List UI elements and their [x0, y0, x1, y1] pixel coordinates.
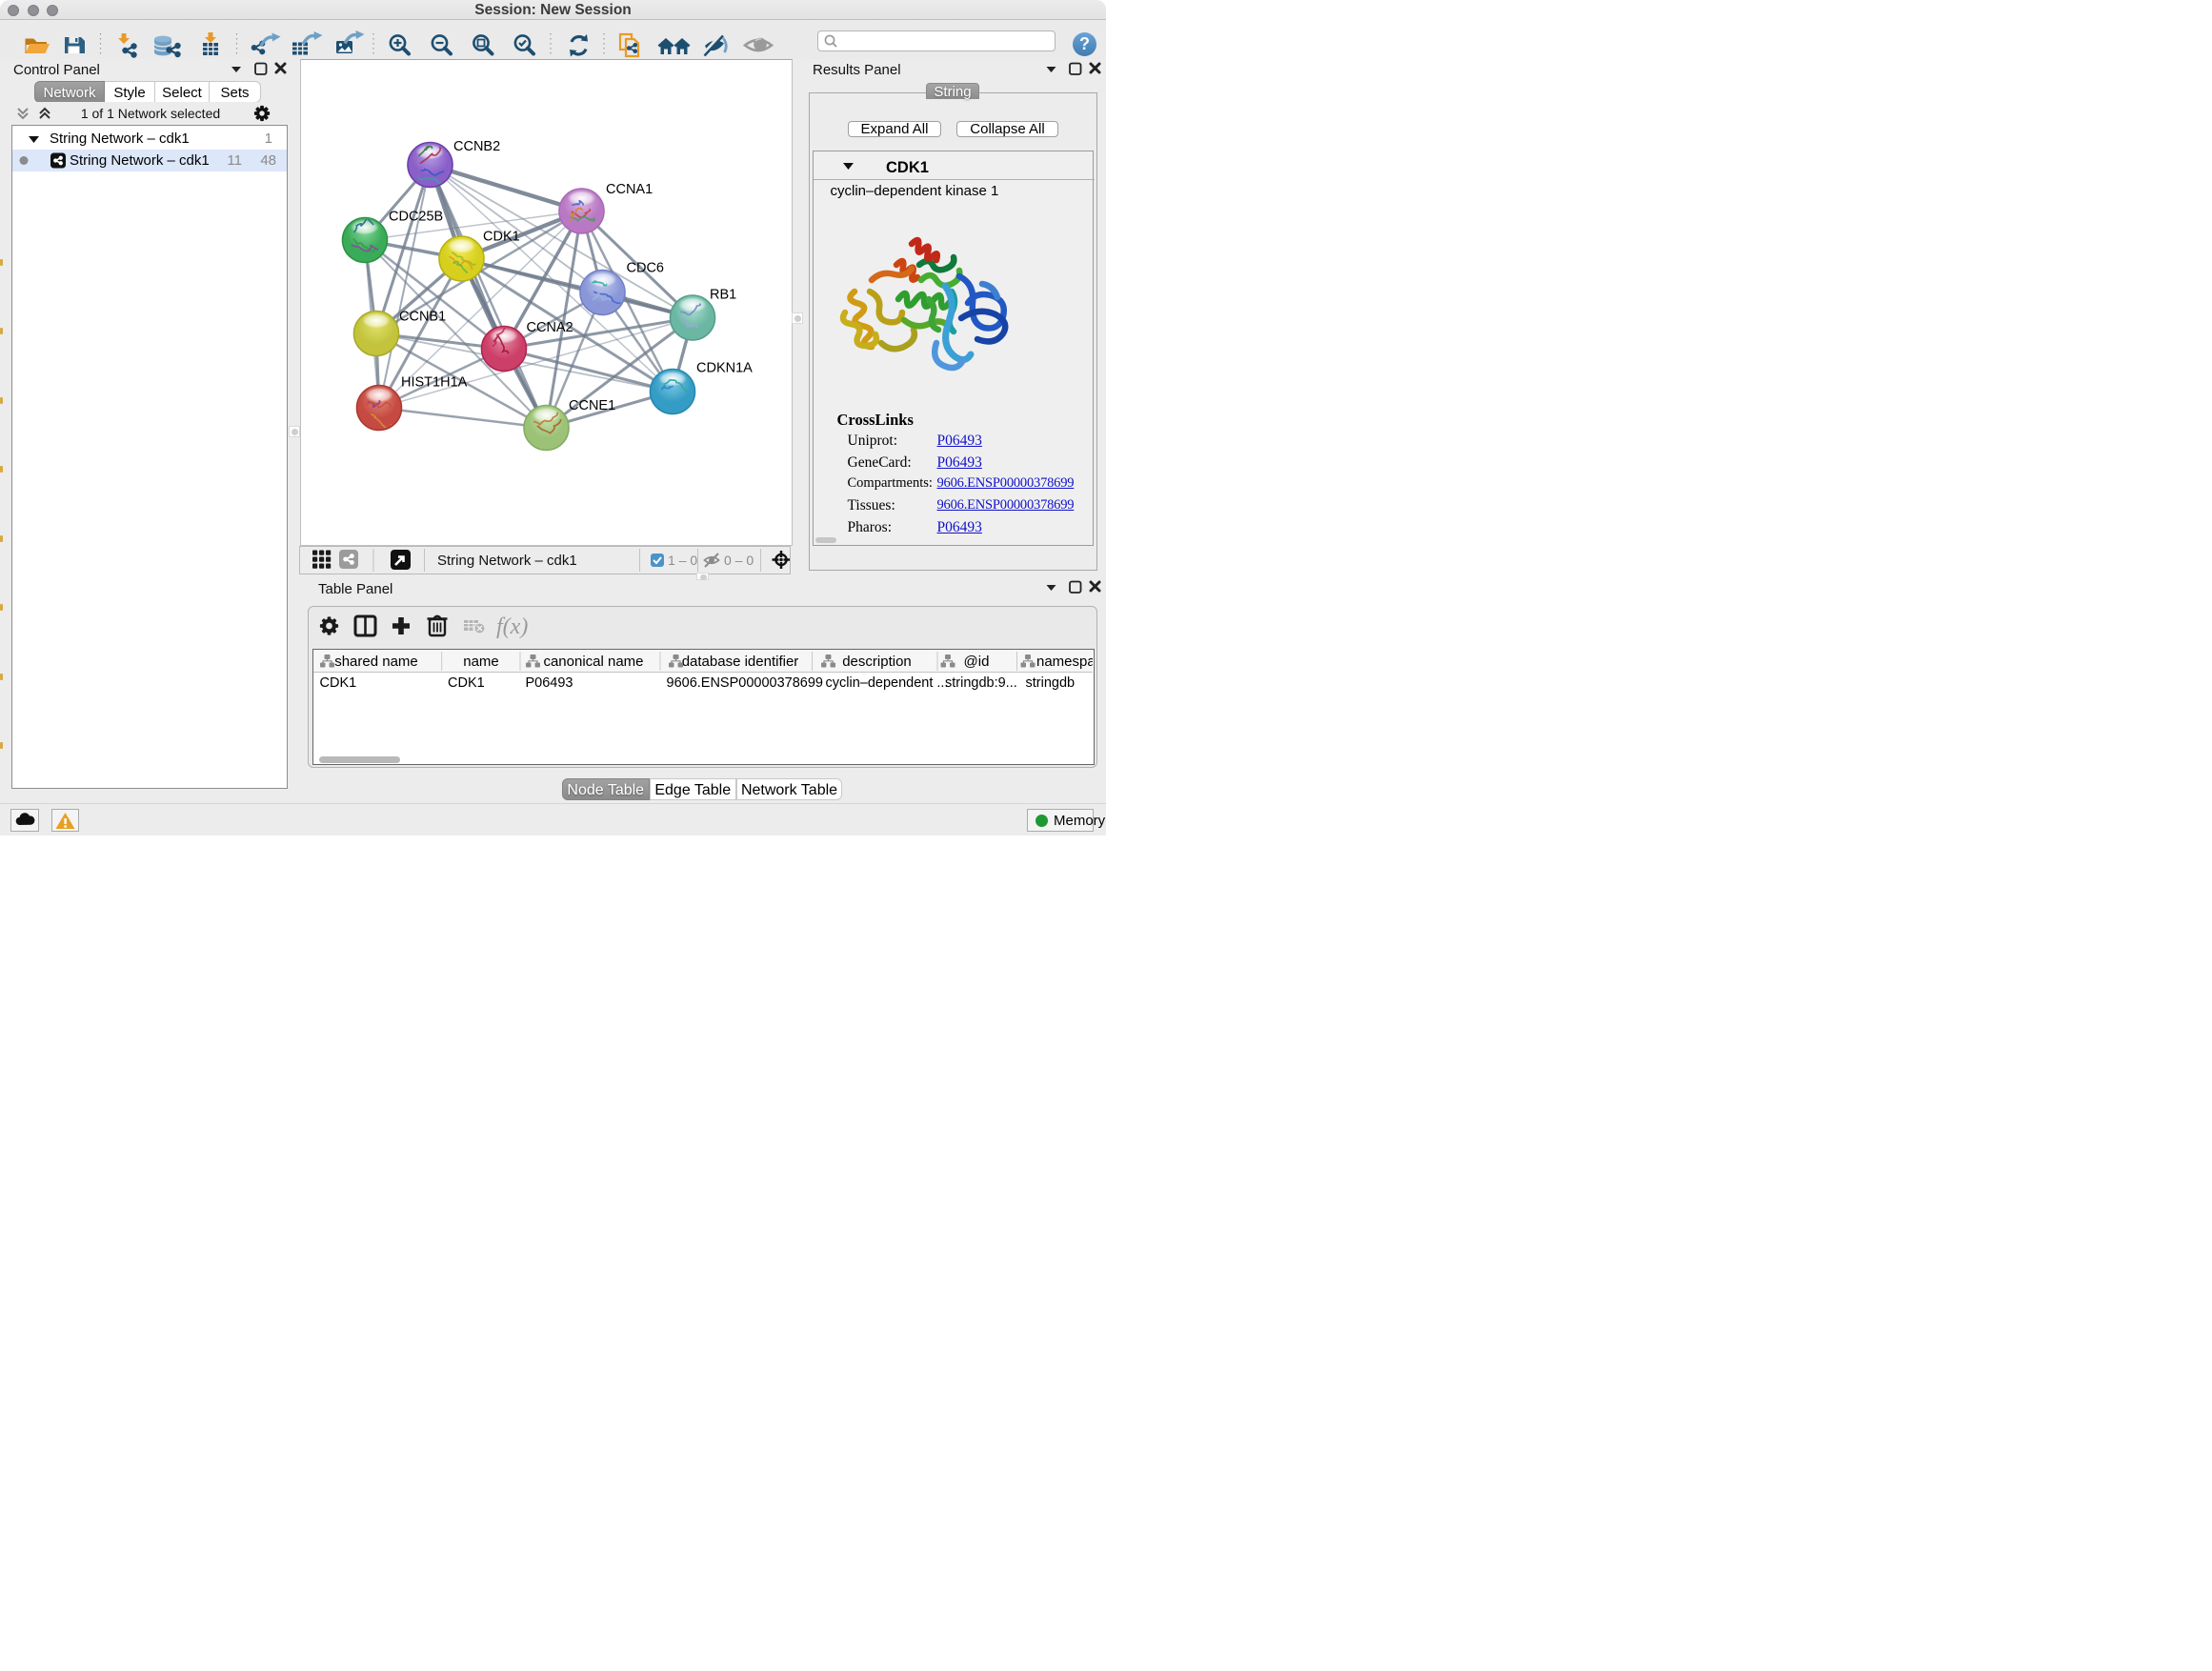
svg-text:1 of 1 Network selected: 1 of 1 Network selected	[81, 106, 220, 121]
svg-text:description: description	[842, 654, 912, 670]
svg-text:CCNA1: CCNA1	[606, 182, 653, 197]
svg-text:RB1: RB1	[710, 288, 736, 303]
svg-text:CDK1: CDK1	[886, 159, 929, 176]
svg-text:canonical name: canonical name	[543, 654, 643, 670]
svg-text:CCNA2: CCNA2	[527, 320, 573, 335]
svg-text:name: name	[463, 654, 499, 670]
svg-text:f(x): f(x)	[496, 614, 528, 639]
svg-text:CCNB2: CCNB2	[453, 139, 500, 154]
svg-text:CDKN1A: CDKN1A	[696, 361, 753, 376]
svg-text:CDC6: CDC6	[627, 261, 664, 276]
svg-text:CCNB1: CCNB1	[399, 310, 446, 325]
svg-text:String Network – cdk1: String Network – cdk1	[437, 553, 577, 569]
svg-text:CDC25B: CDC25B	[389, 210, 443, 225]
svg-text:@id: @id	[964, 654, 990, 670]
svg-text:0 – 0: 0 – 0	[724, 553, 754, 568]
svg-text:HIST1H1A: HIST1H1A	[401, 375, 468, 391]
svg-text:1 – 0: 1 – 0	[668, 553, 697, 568]
svg-text:database identifier: database identifier	[682, 654, 799, 670]
svg-text:shared name: shared name	[334, 654, 418, 670]
svg-text:CDK1: CDK1	[483, 230, 520, 245]
svg-text:CCNE1: CCNE1	[569, 398, 615, 413]
svg-text:namespace: namespace	[1036, 654, 1093, 670]
